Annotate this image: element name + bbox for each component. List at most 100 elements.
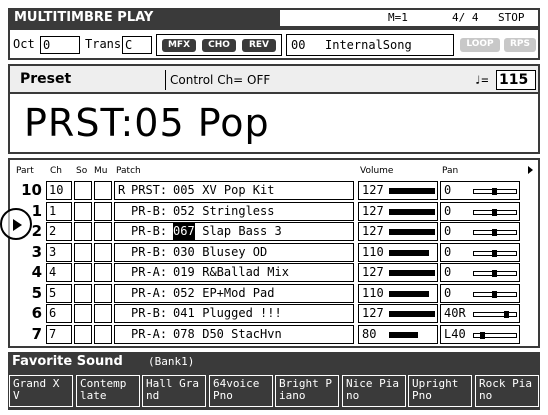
volume-cell[interactable]: 127 — [358, 304, 438, 323]
patch-cell[interactable]: PR-B: 067 Slap Bass 3 — [114, 222, 354, 241]
volume-value: 127 — [362, 183, 384, 197]
part-row[interactable]: 6 6 PR-B: 041 Plugged !!! 127 40R — [10, 303, 538, 323]
control-channel: Control Ch= OFF — [170, 73, 271, 87]
patch-cell[interactable]: PR-A: 019 R&Ballad Mix — [114, 263, 354, 282]
volume-cell[interactable]: 127 — [358, 201, 438, 221]
volume-cell[interactable]: 110 — [358, 283, 438, 303]
header-right-panel: M=1 4/ 4 STOP — [280, 10, 538, 26]
patch-number: 041 — [173, 306, 195, 320]
oct-field[interactable]: 0 — [40, 36, 80, 54]
patch-cell[interactable]: PR-B: 030 Blusey OD — [114, 242, 354, 262]
volume-value: 110 — [362, 244, 384, 259]
col-patch: Patch — [116, 166, 141, 176]
channel-cell[interactable]: 7 — [46, 324, 72, 344]
patch-cell[interactable]: PR-B: 041 Plugged !!! — [114, 304, 354, 323]
solo-cell[interactable] — [74, 324, 92, 344]
patch-cell[interactable]: R PRST: 005 XV Pop Kit — [114, 181, 354, 200]
patch-cell[interactable]: PR-A: 052 EP+Mod Pad — [114, 283, 354, 303]
channel-cell[interactable]: 1 — [46, 201, 72, 221]
pan-marker — [504, 311, 509, 318]
favorite-sound-button[interactable]: Nice Pia no — [342, 375, 406, 407]
loop-button[interactable]: LOOP — [460, 38, 500, 52]
patch-name: Slap Bass 3 — [195, 224, 282, 238]
oct-label: Oct — [13, 37, 35, 51]
solo-cell[interactable] — [74, 242, 92, 262]
volume-cell[interactable]: 110 — [358, 242, 438, 262]
header-bar: MULTITIMBRE PLAY M=1 4/ 4 STOP — [8, 8, 540, 28]
mute-cell[interactable] — [94, 181, 112, 200]
pan-cell[interactable]: 0 — [440, 283, 520, 303]
patch-bank: PR-A: — [131, 265, 168, 279]
volume-cell[interactable]: 127 — [358, 181, 438, 200]
channel-cell[interactable]: 5 — [46, 283, 72, 303]
pan-cell[interactable]: 0 — [440, 222, 520, 241]
part-row[interactable]: 1 1 PR-B: 052 Stringless 127 0 — [10, 201, 538, 221]
solo-cell[interactable] — [74, 201, 92, 221]
patch-bank: PR-B: — [131, 244, 168, 259]
channel-cell[interactable]: 6 — [46, 304, 72, 323]
part-number: 7 — [31, 324, 42, 343]
pan-track — [473, 312, 517, 317]
volume-cell[interactable]: 80 — [358, 324, 438, 344]
part-row[interactable]: 3 3 PR-B: 030 Blusey OD 110 0 — [10, 242, 538, 262]
part-row[interactable]: 7 7 PR-A: 078 D50 StacHvn 80 L40 — [10, 324, 538, 344]
part-row[interactable]: 10 10 R PRST: 005 XV Pop Kit 127 0 — [10, 180, 538, 200]
channel-cell[interactable]: 10 — [46, 181, 72, 200]
cho-button[interactable]: CHO — [202, 39, 236, 52]
volume-cell[interactable]: 127 — [358, 263, 438, 282]
favorite-sound-button[interactable]: Rock Pia no — [475, 375, 539, 407]
favorite-sound-button[interactable]: Grand X V — [9, 375, 73, 407]
patch-number: 067 — [173, 223, 195, 240]
pan-cell[interactable]: 0 — [440, 242, 520, 262]
mfx-button[interactable]: MFX — [162, 39, 196, 52]
current-part-marker — [0, 208, 32, 240]
channel-cell[interactable]: 3 — [46, 242, 72, 262]
solo-cell[interactable] — [74, 263, 92, 282]
channel-cell[interactable]: 4 — [46, 263, 72, 282]
mute-cell[interactable] — [94, 222, 112, 241]
pan-value: L40 — [444, 326, 466, 341]
trans-field[interactable]: C — [122, 36, 152, 54]
mute-cell[interactable] — [94, 324, 112, 344]
channel-cell[interactable]: 2 — [46, 222, 72, 241]
solo-cell[interactable] — [74, 283, 92, 303]
favorite-sound-button[interactable]: Contemp late — [76, 375, 140, 407]
scroll-right-icon[interactable] — [528, 166, 533, 174]
mute-cell[interactable] — [94, 283, 112, 303]
preset-label: Preset — [20, 71, 72, 87]
volume-cell[interactable]: 127 — [358, 222, 438, 241]
pan-marker — [492, 188, 497, 195]
pan-cell[interactable]: 40R — [440, 304, 520, 323]
pan-cell[interactable]: 0 — [440, 263, 520, 282]
part-row[interactable]: 2 2 PR-B: 067 Slap Bass 3 127 0 — [10, 221, 538, 241]
solo-cell[interactable] — [74, 181, 92, 200]
volume-value: 127 — [362, 265, 384, 279]
volume-bar — [389, 208, 435, 215]
pan-cell[interactable]: 0 — [440, 201, 520, 221]
favorite-sound-button[interactable]: Hall Gra nd — [142, 375, 206, 407]
patch-cell[interactable]: PR-B: 052 Stringless — [114, 201, 354, 221]
pan-cell[interactable]: 0 — [440, 181, 520, 200]
part-number: 10 — [21, 181, 42, 199]
toolbar-row: Oct 0 Trans C MFX CHO REV 00 InternalSon… — [8, 28, 540, 60]
solo-cell[interactable] — [74, 304, 92, 323]
part-row[interactable]: 5 5 PR-A: 052 EP+Mod Pad 110 0 — [10, 283, 538, 303]
favorite-sound-button[interactable]: 64voice Pno — [209, 375, 273, 407]
volume-bar — [389, 311, 435, 317]
col-volume: Volume — [360, 166, 394, 176]
rev-button[interactable]: REV — [242, 39, 276, 52]
solo-cell[interactable] — [74, 222, 92, 241]
mute-cell[interactable] — [94, 242, 112, 262]
rps-button[interactable]: RPS — [504, 38, 536, 52]
mute-cell[interactable] — [94, 263, 112, 282]
patch-name: XV Pop Kit — [195, 183, 275, 197]
mute-cell[interactable] — [94, 201, 112, 221]
part-row[interactable]: 4 4 PR-A: 019 R&Ballad Mix 127 0 — [10, 262, 538, 282]
mute-cell[interactable] — [94, 304, 112, 323]
patch-cell[interactable]: PR-A: 078 D50 StacHvn — [114, 324, 354, 344]
favorite-sound-button[interactable]: Upright Pno — [408, 375, 472, 407]
song-field[interactable]: 00 InternalSong — [286, 34, 454, 56]
pan-cell[interactable]: L40 — [440, 324, 520, 344]
favorite-sound-button[interactable]: Bright P iano — [275, 375, 339, 407]
tempo-field[interactable]: 115 — [496, 70, 536, 90]
